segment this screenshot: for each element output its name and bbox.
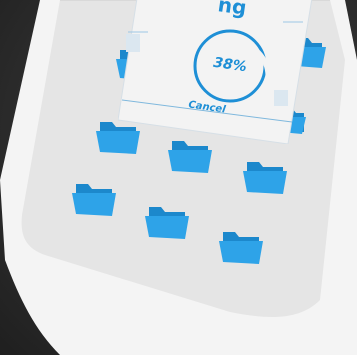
progress-dialog [118, 0, 313, 144]
folder-icon[interactable] [243, 158, 287, 196]
photo-scene: ng 38% Cancel [0, 0, 357, 355]
folder-icon[interactable] [145, 203, 189, 241]
folder-icon[interactable] [219, 228, 263, 266]
folder-icon[interactable] [72, 180, 116, 218]
